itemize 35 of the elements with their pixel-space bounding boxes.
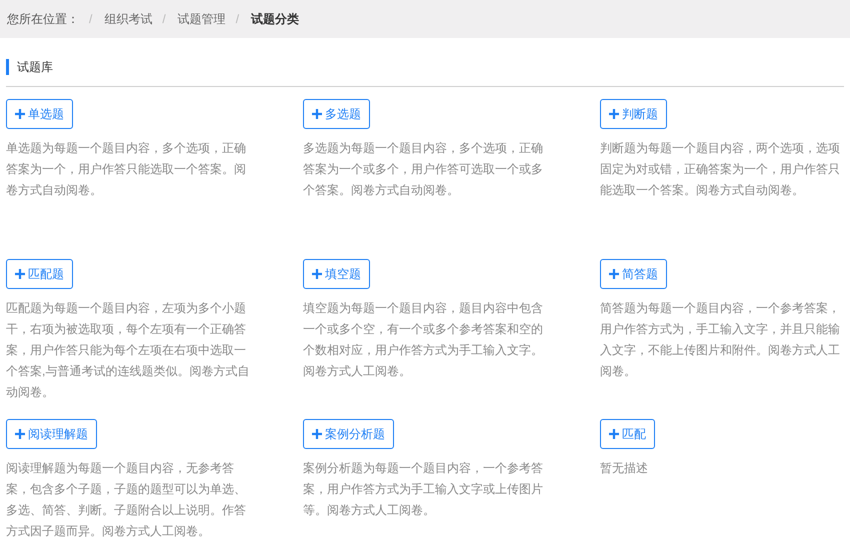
plus-icon [15, 269, 25, 279]
add-type-button[interactable]: 阅读理解题 [6, 419, 97, 449]
type-description: 暂无描述 [600, 460, 649, 477]
add-type-button[interactable]: 填空题 [303, 259, 370, 289]
add-type-button[interactable]: 单选题 [6, 99, 73, 129]
add-type-button[interactable]: 简答题 [600, 259, 667, 289]
type-description: 判断题为每题一个题目内容，两个选项，选项固定为对或错，正确答案为一个，用户作答只能选取一个答案。阅卷方式自动阅卷。 [600, 140, 841, 199]
plus-icon [609, 109, 619, 119]
plus-icon [15, 429, 25, 439]
plus-icon [312, 109, 322, 119]
breadcrumb-separator: / [162, 11, 166, 28]
type-description: 阅读理解题为每题一个题目内容，无参考答案，包含多个子题，子题的题型可以为单选、多选、简答、判断。子题附合以上说明。作答方式因子题而异。阅卷方式人工阅卷。 [6, 460, 247, 539]
type-description: 简答题为每题一个题目内容，一个参考答案，用户作答方式为，手工输入文字，并且只能输入文字，不能上传图片和附件。阅卷方式人工阅卷。 [600, 300, 841, 380]
plus-icon [312, 429, 322, 439]
plus-icon [15, 109, 25, 119]
type-description: 多选题为每题一个题目内容，多个选项，正确答案为一个或多个，用户作答可选取一个或多个答案。阅卷方式自动阅卷。 [303, 140, 544, 199]
type-description: 案例分析题为每题一个题目内容，一个参考答案，用户作答方式为手工输入文字或上传图片等。阅卷方式人工阅卷。 [303, 460, 544, 519]
breadcrumb-separator: / [236, 11, 240, 28]
type-description: 匹配题为每题一个题目内容，左项为多个小题干，右项为被选取项，每个左项有一个正确答案，用户作答只能为每个左项在右项中选取一个答案,与普通考试的连线题类似。阅卷方式自动阅卷。 [6, 300, 250, 401]
breadcrumb-separator: / [89, 11, 92, 28]
add-type-button[interactable]: 多选题 [303, 99, 370, 129]
type-description: 单选题为每题一个题目内容，多个选项，正确答案为一个，用户作答只能选取一个答案。阅卷方式自动阅卷。 [6, 140, 247, 199]
plus-icon [312, 269, 322, 279]
type-description: 填空题为每题一个题目内容，题目内容中包含一个或多个空，有一个或多个参考答案和空的个数相对应，用户作答方式为手工输入文字。阅卷方式人工阅卷。 [303, 300, 544, 380]
plus-icon [609, 429, 619, 439]
breadcrumb-link[interactable]: 试题分类 [251, 10, 300, 28]
breadcrumb-label: 您所在位置： [7, 11, 79, 28]
breadcrumb-link[interactable]: 组织考试 [104, 10, 152, 28]
add-type-button[interactable]: 匹配 [600, 419, 655, 449]
add-type-button[interactable]: 匹配题 [6, 259, 73, 289]
add-type-button[interactable]: 判断题 [600, 99, 667, 129]
add-type-button[interactable]: 案例分析题 [303, 419, 394, 449]
section-title: 试题库 [17, 59, 53, 76]
plus-icon [609, 269, 619, 279]
breadcrumb-link[interactable]: 试题管理 [178, 10, 226, 28]
